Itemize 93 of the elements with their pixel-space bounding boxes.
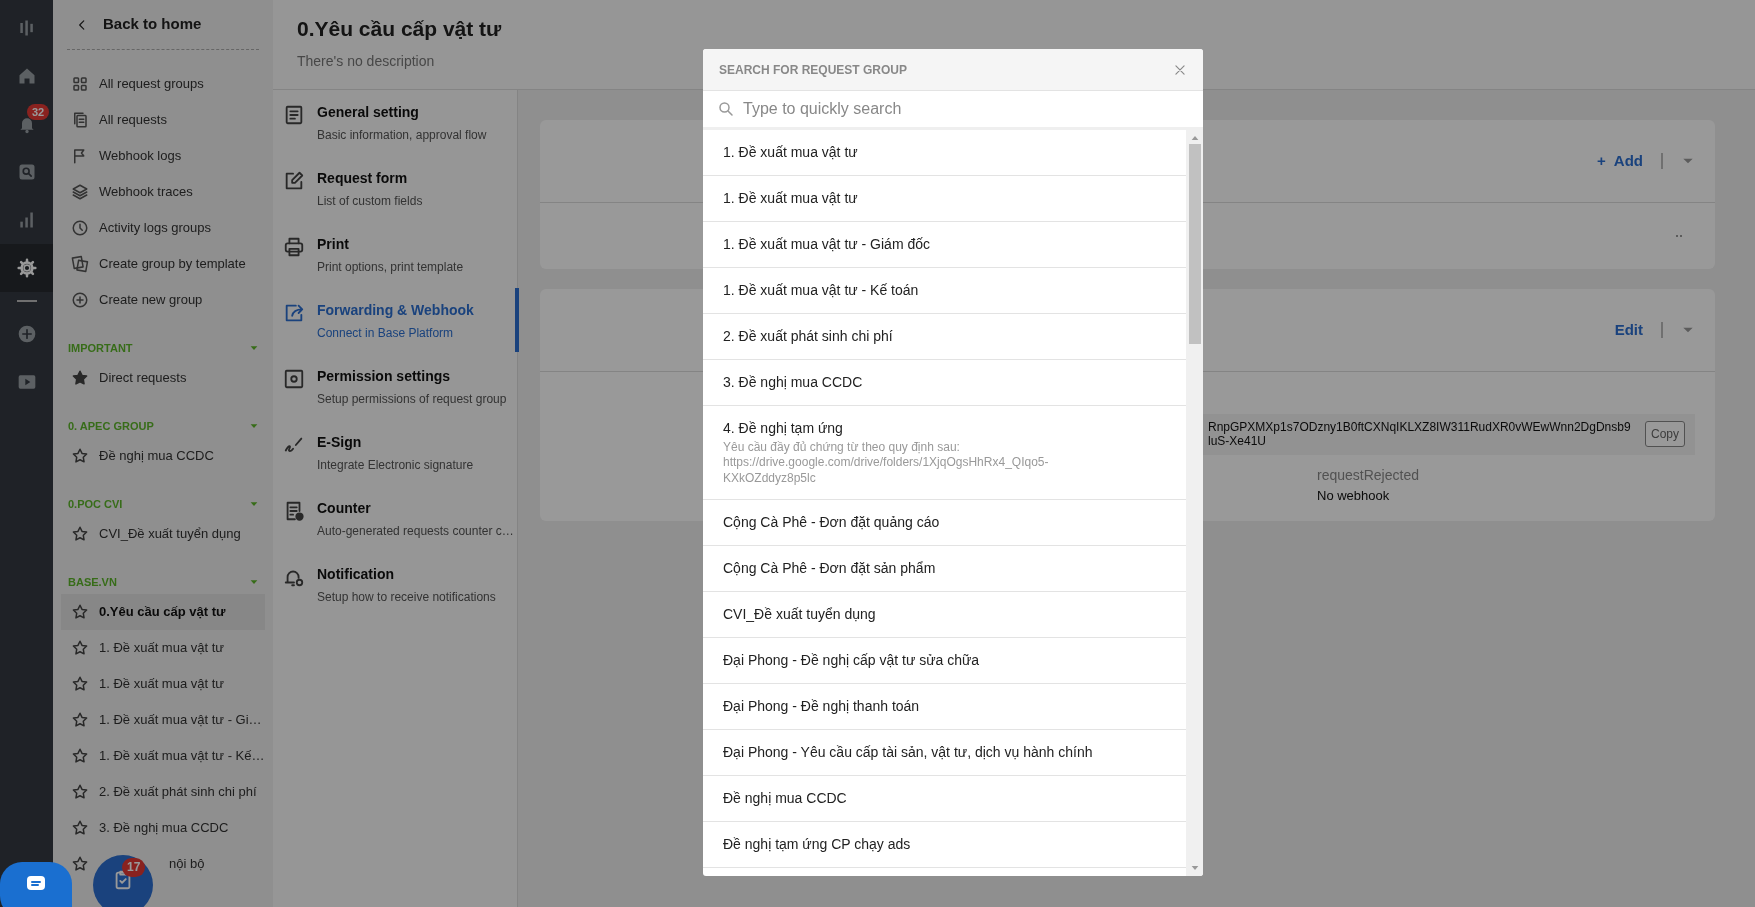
dialog-title: SEARCH FOR REQUEST GROUP: [719, 61, 907, 79]
sidebar-item[interactable]: 1. Đề xuất mua vật tư - Gi…: [61, 702, 265, 738]
star-icon[interactable]: [71, 639, 89, 657]
scrollbar-thumb[interactable]: [1188, 144, 1201, 344]
caret-down-icon[interactable]: [249, 499, 259, 509]
request-group-option[interactable]: Cộng Cà Phê - Đơn đặt quảng cáo: [703, 499, 1186, 546]
caret-down-icon[interactable]: [249, 577, 259, 587]
sidebar-item[interactable]: 1. Đề xuất mua vật tư: [61, 666, 265, 702]
sidebar-link[interactable]: Activity logs groups: [61, 210, 265, 246]
page-description: There's no description: [297, 52, 435, 72]
event-name: requestRejected: [1317, 465, 1420, 485]
request-group-option[interactable]: 3. Đề nghị mua CCDC: [703, 360, 1186, 406]
star-icon[interactable]: [71, 603, 89, 621]
sidebar-link[interactable]: Create group by template: [61, 246, 265, 282]
sidebar-item[interactable]: 1. Đề xuất mua vật tư: [61, 630, 265, 666]
settings-nav-item[interactable]: Counter Auto-generated requests counter c…: [273, 486, 517, 552]
settings-nav-item[interactable]: E-Sign Integrate Electronic signature: [273, 420, 517, 486]
request-group-option[interactable]: 1. Đề xuất mua vật tư: [703, 176, 1186, 222]
section-title: BASE.VN: [68, 574, 117, 590]
settings-icon[interactable]: [16, 258, 37, 278]
sidebar-item[interactable]: 0.Yêu cầu cấp vật tư: [61, 594, 265, 630]
sidebar-item[interactable]: Direct requests: [61, 360, 265, 396]
option-description: Yêu cầu đầy đủ chứng từ theo quy định sau: https://drive.google.com/drive/folders/1XjqOgsHhRx4_QIqo5-KXkOZddyz8p5lc: [723, 439, 1050, 487]
grid-icon: [71, 75, 89, 93]
sidebar-item[interactable]: 2. Đề xuất phát sinh chi phí: [61, 774, 265, 810]
video-icon[interactable]: [16, 372, 37, 392]
request-group-option[interactable]: Đại Phong - Yêu cầu cấp tài sản, vật tư, dịch vụ hành chính: [703, 729, 1186, 776]
search-icon: [717, 100, 735, 118]
settings-nav-item[interactable]: Request form List of custom fields: [273, 156, 517, 222]
sidebar-link[interactable]: All request groups: [61, 66, 265, 102]
copy-button[interactable]: Copy: [1645, 421, 1685, 448]
webhook-status: No webhook: [1317, 486, 1391, 505]
star-icon[interactable]: [71, 855, 89, 873]
request-group-option[interactable]: 1. Đề xuất mua vật tư: [703, 130, 1186, 176]
request-group-option[interactable]: Đề nghị tạm ứng CP chạy ads: [703, 821, 1186, 868]
star-icon[interactable]: [71, 747, 89, 765]
rail-item[interactable]: 32: [0, 100, 53, 148]
request-group-option[interactable]: CVI_Đề xuất tuyển dụng: [703, 591, 1186, 638]
sidebar-item[interactable]: 1. Đề xuất mua vật tư - Kế…: [61, 738, 265, 774]
request-group-option[interactable]: Cộng Cà Phê - Đơn đặt sản phẩm: [703, 545, 1186, 592]
gear-box-icon: [283, 368, 305, 390]
settings-nav-item[interactable]: Forwarding & Webhook Connect in Base Platform: [273, 288, 517, 354]
request-group-option[interactable]: 1. Đề xuất mua vật tư - Kế toán: [703, 268, 1186, 314]
rail-item[interactable]: [0, 244, 53, 292]
printer-icon: [283, 236, 305, 258]
section-title: 0.POC CVI: [68, 496, 123, 512]
document-icon: [283, 104, 305, 126]
sidebar-link[interactable]: All requests: [61, 102, 265, 138]
star-icon[interactable]: [71, 675, 89, 693]
sidebar-item[interactable]: 3. Đề nghị mua CCDC: [61, 810, 265, 846]
plus-circle-icon: [71, 291, 89, 309]
close-icon[interactable]: [1173, 62, 1187, 77]
request-group-option[interactable]: 1. Đề xuất mua vật tư - Giám đốc: [703, 222, 1186, 268]
sidebar-link[interactable]: Create new group: [61, 282, 265, 318]
sidebar-link[interactable]: Webhook traces: [61, 174, 265, 210]
sidebar-item[interactable]: CVI_Đề xuất tuyển dụng: [61, 516, 265, 552]
settings-nav-item[interactable]: Print Print options, print template: [273, 222, 517, 288]
star-icon[interactable]: [71, 711, 89, 729]
back-link[interactable]: Back to home: [103, 13, 202, 36]
sidebar-link[interactable]: Webhook logs: [61, 138, 265, 174]
star-icon[interactable]: [71, 447, 89, 465]
request-group-option[interactable]: Đại Phong - Đề nghị thanh toán: [703, 683, 1186, 730]
clock-icon: [71, 219, 89, 237]
request-group-option[interactable]: 2. Đề xuất phát sinh chi phí: [703, 314, 1186, 360]
scroll-up-icon[interactable]: [1190, 134, 1199, 142]
request-group-option[interactable]: Đề nghị mua CCDC: [703, 775, 1186, 822]
edit-button[interactable]: Edit: [1614, 318, 1643, 342]
settings-nav-item[interactable]: Permission settings Setup permissions of request group: [273, 354, 517, 420]
chat-button[interactable]: [0, 862, 72, 907]
add-button[interactable]: + Add: [1597, 149, 1643, 173]
caret-down-icon[interactable]: [249, 421, 259, 431]
section-title: 0. APEC GROUP: [68, 418, 154, 434]
scroll-down-icon[interactable]: [1190, 864, 1199, 872]
share-icon: [283, 302, 305, 324]
settings-nav-item[interactable]: Notification Setup how to receive notifications: [273, 552, 517, 618]
star-icon[interactable]: [71, 783, 89, 801]
section-title: IMPORTANT: [68, 340, 133, 356]
sidebar-item[interactable]: Đề nghị mua CCDC: [61, 438, 265, 474]
request-group-option[interactable]: Đại Phong - Đề nghị cấp vật tư sửa chữa: [703, 637, 1186, 684]
star-icon[interactable]: [71, 525, 89, 543]
page-title: 0.Yêu cầu cấp vật tư: [297, 16, 503, 42]
documents-icon: [71, 111, 89, 129]
layers-icon: [71, 183, 89, 201]
star-icon[interactable]: [71, 819, 89, 837]
active-indicator: [515, 288, 519, 352]
token-text: RnpGPXMXp1s7ODzny1B0ftCXNqIKLXZ8IW311RudXR0vWEwWnn2DgDnsb9 luS-Xe41U: [1208, 420, 1631, 449]
settings-nav-item[interactable]: General setting Basic information, approval flow: [273, 90, 517, 156]
template-icon: [71, 255, 89, 273]
notification-badge: 32: [27, 104, 50, 121]
plus-icon[interactable]: [16, 324, 37, 344]
star-filled-icon[interactable]: [71, 369, 89, 387]
edit-icon: [283, 170, 305, 192]
caret-down-icon[interactable]: [249, 343, 259, 353]
